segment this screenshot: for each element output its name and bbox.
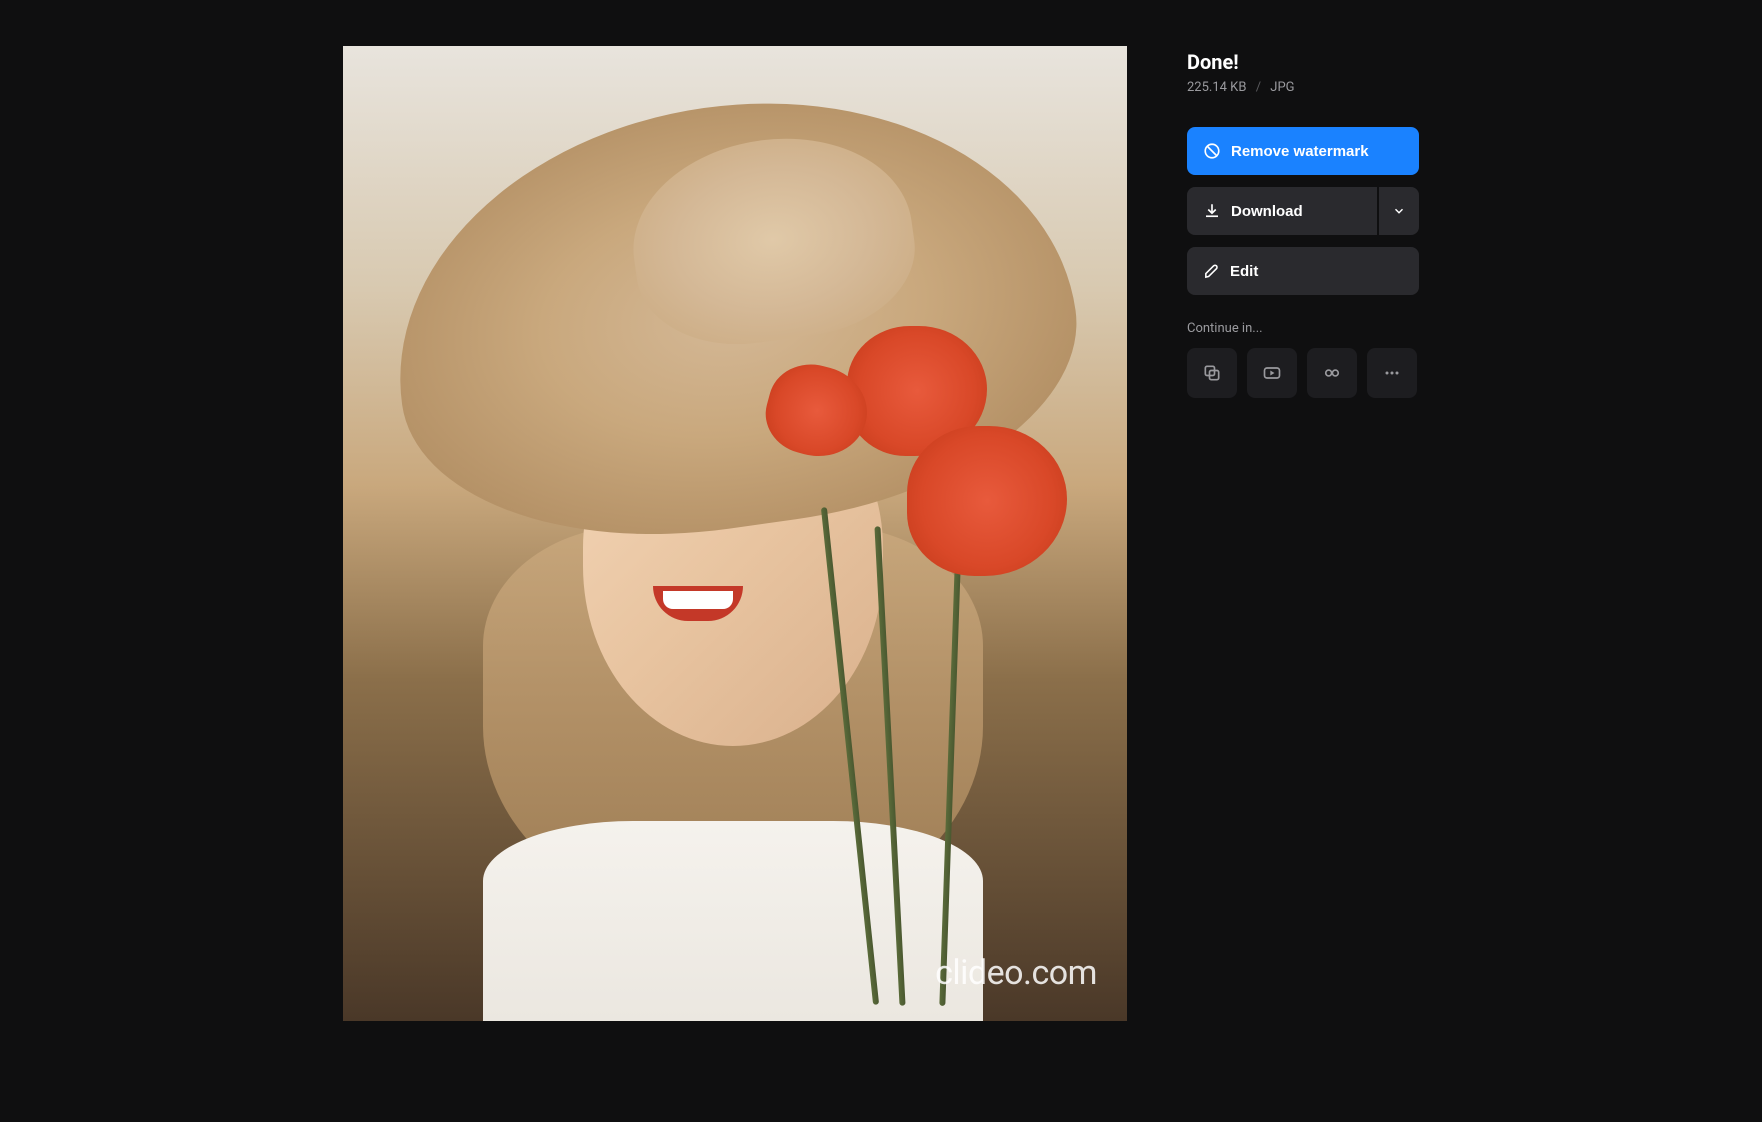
- edit-label: Edit: [1230, 263, 1258, 280]
- image-preview: clideo.com: [343, 46, 1127, 1021]
- continue-link-button[interactable]: [1307, 348, 1357, 398]
- copy-stack-icon: [1202, 363, 1222, 383]
- download-dropdown-button[interactable]: [1379, 187, 1419, 235]
- continue-video-button[interactable]: [1247, 348, 1297, 398]
- status-title: Done!: [1187, 50, 1419, 74]
- video-play-icon: [1262, 363, 1282, 383]
- chevron-down-icon: [1392, 204, 1406, 218]
- file-format: JPG: [1270, 80, 1294, 95]
- file-meta: 225.14 KB / JPG: [1187, 80, 1419, 95]
- portrait-shirt: [483, 821, 983, 1021]
- prohibit-icon: [1203, 142, 1221, 160]
- continue-icon-row: [1187, 348, 1419, 398]
- more-icon: [1382, 363, 1402, 383]
- portrait-teeth: [663, 591, 733, 609]
- link-icon: [1322, 363, 1342, 383]
- remove-watermark-label: Remove watermark: [1231, 143, 1369, 160]
- continue-label: Continue in...: [1187, 321, 1419, 336]
- watermark-text: clideo.com: [935, 953, 1097, 993]
- download-button[interactable]: Download: [1187, 187, 1377, 235]
- download-icon: [1203, 202, 1221, 220]
- portrait-flowers: [767, 326, 1087, 826]
- remove-watermark-button[interactable]: Remove watermark: [1187, 127, 1419, 175]
- download-label: Download: [1231, 203, 1303, 220]
- pencil-icon: [1203, 263, 1220, 280]
- download-button-group: Download: [1187, 187, 1419, 235]
- edit-button[interactable]: Edit: [1187, 247, 1419, 295]
- meta-separator: /: [1256, 80, 1261, 95]
- continue-copy-button[interactable]: [1187, 348, 1237, 398]
- file-size: 225.14 KB: [1187, 80, 1246, 95]
- sidebar: Done! 225.14 KB / JPG Remove watermark: [1187, 46, 1419, 1021]
- continue-more-button[interactable]: [1367, 348, 1417, 398]
